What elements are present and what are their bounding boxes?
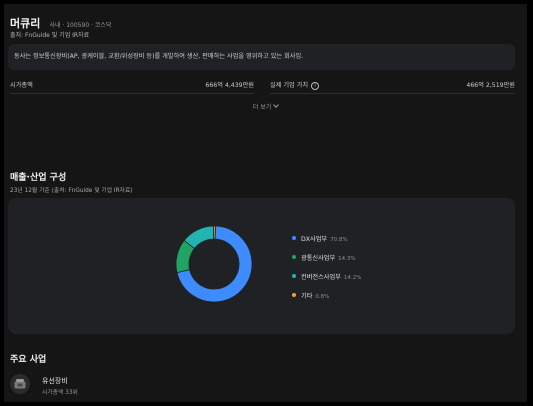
legend-item: DX사업부 70.8%	[292, 234, 361, 247]
legend-item: 컨버전스사업부 14.2%	[292, 272, 361, 285]
main-business-title: 주요 사업	[10, 355, 47, 365]
revenue-section-title: 매출·산업 구성	[10, 173, 67, 183]
more-label: 더 보기	[252, 104, 272, 111]
legend-dot	[292, 293, 296, 297]
market-cap-label: 시가총액	[10, 82, 33, 89]
legend-dot	[292, 274, 296, 278]
divider	[10, 93, 254, 94]
company-name: 머큐리	[10, 17, 41, 30]
chevron-down-icon	[273, 102, 280, 108]
donut-slice-4[interactable]	[213, 225, 216, 240]
company-description: 동사는 정보통신장비(AP, 광케이블, 교환/위성장비 등)를 개발하여 생산…	[8, 44, 515, 70]
enterprise-value-value: 466억 2,519만원	[466, 82, 515, 89]
legend-label: 기타	[301, 293, 313, 300]
more-button[interactable]: 더 보기	[4, 102, 527, 111]
revenue-section-subtitle: 23년 12월 기준 (출처: FnGuide 및 기업 IR자료)	[10, 188, 133, 194]
legend-dot	[292, 236, 296, 240]
enterprise-value-label-wrap: 실제 기업 가치 i	[270, 80, 320, 90]
data-source: 출처: FnGuide 및 기업 IR자료	[10, 32, 90, 39]
revenue-donut-chart	[175, 225, 253, 303]
business-name: 유선장비	[42, 377, 68, 385]
chart-legend: DX사업부 70.8% 광통신사업부 14.3% 컨버전스사업부 14.2% 기타 0.8%	[292, 234, 361, 310]
legend-label: DX사업부	[301, 236, 328, 243]
telephone-icon	[10, 374, 30, 394]
legend-item: 광통신사업부 14.3%	[292, 253, 361, 266]
legend-percent: 14.3%	[338, 256, 356, 262]
legend-item: 기타 0.8%	[292, 291, 361, 304]
market-cap-value: 666억 4,439만원	[205, 82, 254, 89]
legend-dot	[292, 255, 296, 259]
business-rank: 시가총액 33위	[42, 390, 78, 396]
legend-percent: 0.8%	[315, 294, 330, 300]
divider	[270, 93, 515, 94]
enterprise-value-label: 실제 기업 가치	[270, 82, 309, 89]
revenue-chart-card: DX사업부 70.8% 광통신사업부 14.3% 컨버전스사업부 14.2% 기타 0.8%	[8, 198, 515, 334]
legend-label: 컨버전스사업부	[301, 274, 341, 281]
company-meta: 사내 · 100590 · 코스닥	[49, 22, 112, 29]
legend-label: 광통신사업부	[301, 255, 336, 262]
app-frame: 머큐리 사내 · 100590 · 코스닥 출처: FnGuide 및 기업 I…	[4, 4, 527, 402]
info-icon[interactable]: i	[311, 82, 320, 90]
legend-percent: 14.2%	[343, 275, 362, 281]
company-header: 머큐리 사내 · 100590 · 코스닥	[10, 12, 111, 31]
legend-percent: 70.8%	[330, 237, 348, 243]
